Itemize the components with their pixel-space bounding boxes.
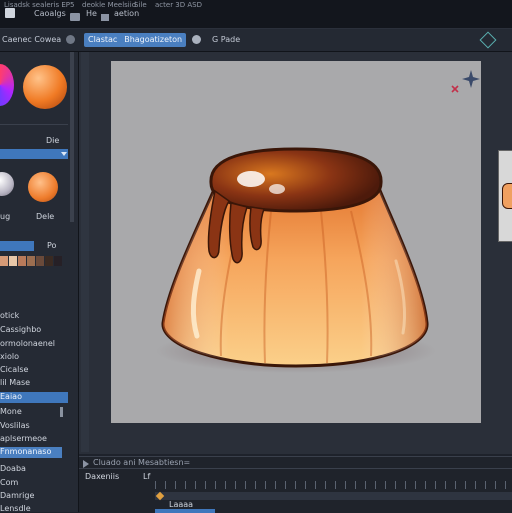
tab-bhagoatizeton[interactable]: Bhagoatizeton xyxy=(124,35,182,44)
gear-icon[interactable] xyxy=(66,35,75,44)
swatch-6[interactable] xyxy=(45,256,53,266)
layer-item[interactable]: Damrige xyxy=(0,491,34,500)
tab-action[interactable]: aetion xyxy=(114,9,139,18)
chevron-down-icon[interactable] xyxy=(61,152,67,156)
sparkle-icon xyxy=(462,70,480,88)
menu-title-1[interactable]: Lisadsk sealeris EP5 xyxy=(4,1,74,9)
menu-title-2[interactable]: deokle Meelsiid xyxy=(82,1,136,9)
material-ball-white[interactable] xyxy=(0,172,14,196)
layer-item[interactable]: Doaba xyxy=(0,464,26,473)
side-preview-panel[interactable] xyxy=(498,150,512,242)
dropdown-bar[interactable] xyxy=(0,149,68,159)
timeline-divider xyxy=(79,468,512,469)
select-bar[interactable] xyxy=(0,241,34,251)
layer-item-selected-2[interactable]: Fnmonanaso xyxy=(0,447,51,456)
layer-item[interactable]: otick xyxy=(0,311,19,320)
material-label-b: Dele xyxy=(36,212,55,221)
flan-highlight-small xyxy=(269,184,285,194)
layer-item[interactable]: Voslilas xyxy=(0,421,30,430)
material-ball-orange[interactable] xyxy=(28,172,58,202)
layer-item[interactable]: Mone xyxy=(0,407,22,416)
toolbar: Caenec Cowea Clastac Bhagoatizeton G Pad… xyxy=(0,29,512,52)
layer-item-selected[interactable]: Eaiao xyxy=(0,392,22,401)
color-sphere-preview[interactable] xyxy=(23,65,67,109)
timeline-panel: Cluado ani Mesabtiesn= Daxeniis Lf Laaaa xyxy=(79,456,512,513)
timeline-row-label: Daxeniis xyxy=(85,472,120,481)
material-label-a: ug xyxy=(0,212,11,221)
tab-clastac[interactable]: Clastac xyxy=(88,35,117,44)
layer-item[interactable]: Com xyxy=(0,478,18,487)
timeline-ruler xyxy=(155,481,512,489)
layer-item[interactable]: aplsermeoe xyxy=(0,434,47,443)
home-icon[interactable] xyxy=(101,14,109,21)
timeline-header: Cluado ani Mesabtiesn= xyxy=(93,458,191,467)
menu-title-3[interactable]: Sile xyxy=(134,1,147,9)
layer-item[interactable]: lil Mase xyxy=(0,378,30,387)
flan-highlight-top xyxy=(237,171,265,187)
toolbar-active-group: Clastac Bhagoatizeton xyxy=(84,33,187,47)
swatch-5[interactable] xyxy=(36,256,44,266)
folder-icon[interactable] xyxy=(70,13,80,21)
layer-item[interactable]: xiolo xyxy=(0,352,19,361)
title-bar: Lisadsk sealeris EP5 deokle Meelsiid Sil… xyxy=(0,0,512,29)
layer-item[interactable]: Cassighbo xyxy=(0,325,41,334)
swatch-1[interactable] xyxy=(0,256,8,266)
swatch-2[interactable] xyxy=(9,256,17,266)
flan-caramel-top xyxy=(209,147,383,213)
side-preview-flan xyxy=(502,183,512,209)
close-x-icon xyxy=(451,85,459,93)
eye-icon[interactable] xyxy=(192,35,201,44)
select-value: Po xyxy=(47,241,57,250)
mode-pade[interactable]: G Pade xyxy=(212,33,240,47)
timeline-clip[interactable] xyxy=(155,509,215,513)
layer-item[interactable]: Cicalse xyxy=(0,365,28,374)
divider xyxy=(0,124,68,125)
toolbar-left-label[interactable]: Caenec Cowea xyxy=(2,33,61,47)
layer-item[interactable]: ormolonaenel xyxy=(0,339,55,348)
flan-illustration xyxy=(156,70,480,373)
swatch-7[interactable] xyxy=(54,256,62,266)
dropdown-label: Die xyxy=(46,136,60,145)
timeline-track[interactable] xyxy=(155,492,512,500)
color-wheel[interactable] xyxy=(0,64,14,106)
tab-he[interactable]: He xyxy=(86,9,97,18)
timeline-marker[interactable]: Lf xyxy=(143,472,150,481)
canvas-vertical-scrollbar[interactable] xyxy=(81,52,89,452)
swatch-4[interactable] xyxy=(27,256,35,266)
menu-title-4[interactable]: acter 3D ASD xyxy=(155,1,202,9)
layer-scrollbar[interactable] xyxy=(60,407,63,417)
timeline-track-label: Laaaa xyxy=(169,500,194,509)
swatch-3[interactable] xyxy=(18,256,26,266)
left-panel: Die ug Dele Po otick Cassighbo ormolonae… xyxy=(0,52,79,513)
artboard[interactable] xyxy=(111,61,481,423)
play-icon[interactable] xyxy=(83,460,89,468)
pin-icon[interactable] xyxy=(479,31,497,49)
tab-caoalgs[interactable]: Caoalgs xyxy=(34,9,66,18)
panel-scrollbar[interactable] xyxy=(70,52,74,222)
app-logo-icon xyxy=(5,8,15,18)
